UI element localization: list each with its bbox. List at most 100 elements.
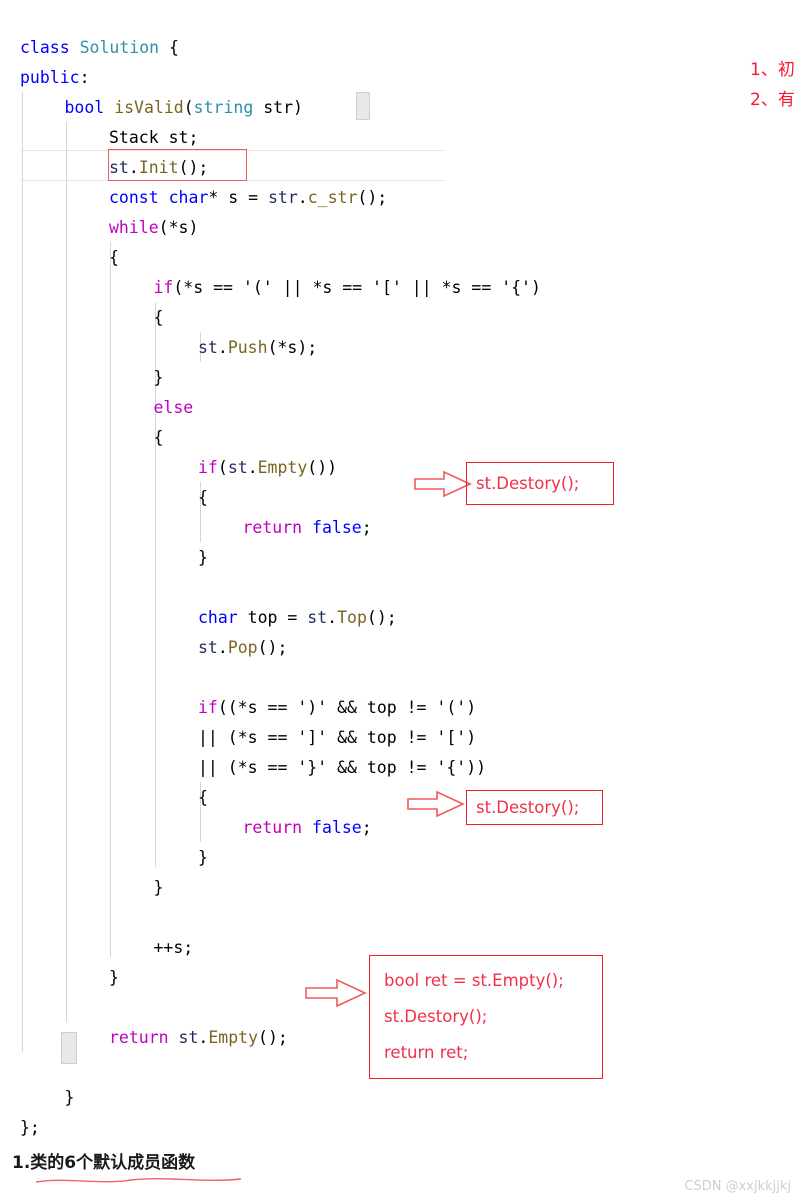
code-token: * s = (208, 188, 268, 207)
code-token: if (198, 698, 218, 717)
code-token: . (327, 608, 338, 627)
code-token: ((*s == ')' && top != '(') (217, 698, 477, 717)
code-token: char (198, 608, 238, 627)
code-token: Empty (208, 1028, 259, 1047)
code-token: st (178, 1028, 199, 1047)
heading-underline-icon (36, 1178, 242, 1183)
code-line[interactable]: return st.Empty(); (109, 1023, 288, 1053)
annotation-box-1: st.Destory(); (466, 462, 614, 505)
code-line[interactable] (20, 993, 30, 1023)
code-token: (*s); (267, 338, 318, 357)
code-token: (); (257, 638, 288, 657)
code-token: (); (178, 158, 209, 177)
code-token: Stack st; (109, 128, 199, 147)
annotation-3-line-1: bool ret = st.Empty(); (384, 971, 564, 990)
code-line[interactable]: return false; (243, 513, 372, 543)
code-token: return (109, 1028, 169, 1047)
code-token: } (153, 878, 164, 897)
code-line[interactable]: while(*s) (109, 213, 198, 243)
code-line[interactable] (20, 1053, 30, 1083)
brace-match-open (356, 92, 370, 120)
code-line[interactable]: return false; (243, 813, 372, 843)
code-line[interactable]: } (65, 1083, 75, 1113)
code-line[interactable]: char top = st.Top(); (198, 603, 397, 633)
code-token: char (168, 188, 209, 207)
code-token: st (198, 638, 218, 657)
code-line[interactable]: } (198, 543, 208, 573)
arrow-icon-3 (305, 978, 367, 1008)
arrow-icon-1 (414, 470, 472, 498)
code-line[interactable] (20, 903, 30, 933)
current-line-highlight (20, 150, 445, 181)
annotation-box-2: st.Destory(); (466, 790, 603, 825)
code-line[interactable]: if(st.Empty()) (198, 453, 337, 483)
code-line[interactable]: const char* s = str.c_str(); (109, 183, 387, 213)
code-token: } (198, 848, 208, 867)
code-token: { (198, 788, 208, 807)
code-token: { (109, 248, 119, 267)
code-token: || (*s == ']' && top != '[') (198, 728, 477, 747)
code-token: Pop (227, 638, 258, 657)
code-token: return (242, 818, 303, 837)
page-root: class Solution {public: bool isValid(stri… (0, 0, 801, 1200)
code-token: string (193, 98, 254, 117)
indent-guide-3 (110, 242, 111, 957)
code-editor[interactable]: class Solution {public: bool isValid(stri… (0, 0, 801, 1137)
code-line[interactable] (20, 663, 30, 693)
code-line[interactable]: st.Pop(); (198, 633, 287, 663)
code-line[interactable]: } (109, 963, 119, 993)
code-token: const (109, 188, 159, 207)
code-token: . (247, 458, 258, 477)
code-line[interactable]: } (154, 363, 164, 393)
code-token: { (153, 308, 164, 327)
code-token: { (198, 488, 208, 507)
code-token: str) (253, 98, 313, 117)
code-token: if (198, 458, 218, 477)
code-line[interactable]: if((*s == ')' && top != '(') (198, 693, 476, 723)
code-token: . (198, 1028, 209, 1047)
code-token: false (312, 518, 362, 537)
code-token: (); (357, 188, 388, 207)
code-line[interactable] (20, 573, 30, 603)
code-token: } (153, 368, 164, 387)
code-line[interactable]: { (198, 483, 208, 513)
code-token: st (109, 158, 129, 177)
code-line[interactable]: Stack st; (109, 123, 198, 153)
code-line[interactable]: { (154, 423, 164, 453)
code-line[interactable]: }; (20, 1113, 40, 1143)
code-line[interactable]: || (*s == ']' && top != '[') (198, 723, 476, 753)
code-line[interactable]: ++s; (154, 933, 194, 963)
code-token: { (153, 428, 164, 447)
code-line[interactable]: if(*s == '(' || *s == '[' || *s == '{') (154, 273, 541, 303)
code-line[interactable]: else (154, 393, 194, 423)
code-line[interactable]: class Solution { (20, 33, 179, 63)
code-token: top = (237, 608, 308, 627)
code-token: c_str (307, 188, 358, 207)
code-token: } (198, 548, 208, 567)
code-line[interactable]: } (154, 873, 164, 903)
page-heading: 1.类的6个默认成员函数 (12, 1153, 196, 1173)
code-token: return (242, 518, 303, 537)
code-line[interactable]: st.Init(); (109, 153, 208, 183)
code-line[interactable]: { (109, 243, 119, 273)
code-token: } (109, 968, 119, 987)
top-note-2: 2、有 (750, 90, 795, 110)
code-token: . (297, 188, 308, 207)
code-line[interactable]: || (*s == '}' && top != '{')) (198, 753, 486, 783)
code-line[interactable]: bool isValid(string str) (65, 93, 313, 123)
code-line[interactable]: { (198, 783, 208, 813)
code-token: Top (337, 608, 367, 627)
watermark: CSDN @xxjkkjjkj (684, 1179, 791, 1194)
code-token: class (20, 38, 70, 57)
code-token: st (307, 608, 328, 627)
brace-match-close (61, 1032, 77, 1064)
code-token: isValid (114, 98, 184, 117)
code-line[interactable]: { (154, 303, 164, 333)
code-token: else (153, 398, 194, 417)
code-line[interactable]: } (198, 843, 208, 873)
code-token: . (128, 158, 139, 177)
code-line[interactable]: public: (20, 63, 90, 93)
code-line[interactable]: st.Push(*s); (198, 333, 317, 363)
